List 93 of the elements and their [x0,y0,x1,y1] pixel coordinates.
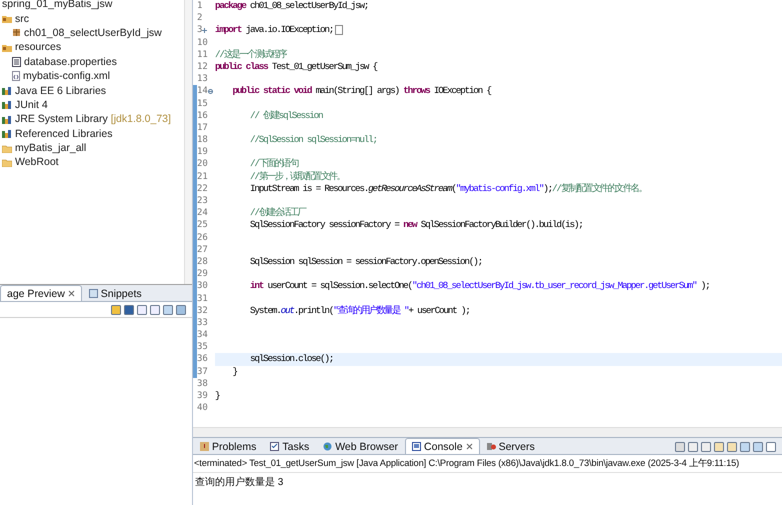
tree-item[interactable]: spring_01_myBatis_jsw [0,0,184,12]
tree-item[interactable]: src [0,11,184,26]
line-number: 34 [197,329,209,342]
close-icon[interactable] [68,290,75,297]
line-number: 17 [197,122,209,134]
line-number: 3 [197,24,215,37]
line-number: 40 [197,402,209,414]
tree-item[interactable]: ch01_08_selectUserById_jsw [0,26,184,40]
line-number: 10 [197,36,209,49]
code-line: package ch01_08_selectUserById_jsw; [215,0,368,12]
line-number: 26 [197,232,209,244]
tree-item[interactable]: Referenced Libraries [0,126,184,141]
code-line: public static void main(String[] args) throws IOException { [232,85,491,98]
tree-item[interactable]: database.properties [0,54,184,69]
code-line: sqlSession.close(); [249,353,334,366]
line-number: 39 [197,390,209,402]
code-line: //下面的语句 [249,158,298,171]
package-icon [12,28,21,38]
globe-icon [323,442,332,451]
line-number: 36 [197,353,209,366]
line-number: 11 [197,48,209,61]
view-tab[interactable]: Servers [480,438,542,454]
line-number: 2 [197,12,204,24]
line-number: 28 [197,256,209,268]
line-number: 20 [197,158,209,171]
line-number: 38 [197,378,209,390]
line-number: 29 [197,268,209,280]
servers-icon [486,442,496,451]
code-line: System.out.println("查询的用户数量是 "+ userCount ); [249,304,470,317]
line-number: 1 [197,0,204,12]
code-line: SqlSessionFactory sessionFactory = new SqlSessionFactoryBuilder().build(is); [249,219,583,232]
tree-item[interactable]: mybatis-config.xml [0,68,184,84]
library-icon [2,86,12,96]
tree-item[interactable]: JRE System Library [jdk1.8.0_73] [0,112,184,127]
code-line: //第一步，读取配置文件。 [249,170,344,183]
line-number: 35 [197,341,209,354]
code-line: } [232,366,237,378]
collapse-icon[interactable] [208,88,213,94]
line-number: 32 [197,304,209,317]
scrollbar[interactable] [184,0,192,284]
view-tab[interactable]: Snippets [82,285,149,301]
properties-file-icon [12,56,21,67]
code-line: //SqlSession sqlSession=null; [249,134,377,146]
line-number: 18 [197,134,209,146]
line-number: 31 [197,292,209,305]
tree-item[interactable]: Java EE 6 Libraries [0,83,184,98]
console-status: <terminated> Test_01_getUserSum_jsw [Java Application] C:\Program Files (x86)\Java\jdk1.8.0_73\bin\javaw.exe (2025-3-4 上午9:11:15) [193,455,782,473]
line-number: 27 [197,244,209,256]
view-tab[interactable]: Web Browser [316,438,406,454]
library-icon [2,114,12,124]
source-folder-icon [2,42,12,52]
console-icon [412,442,422,451]
view-tab[interactable]: Problems [193,438,264,454]
library-icon [2,100,12,110]
line-number: 19 [197,146,209,158]
tree-item[interactable]: JUnit 4 [0,98,184,112]
code-line: InputStream is = Resources.getResourceAsStream("mybatis-config.xml");//复制配置文件的文件名。 [249,182,646,196]
line-number: 33 [197,316,209,330]
close-icon[interactable] [466,443,473,450]
code-line: //创建会话工厂 [249,207,306,220]
line-number: 14 [197,85,215,98]
checklist-icon [270,442,280,451]
code-line: SqlSession sqlSession = sessionFactory.openSession(); [249,256,482,268]
expand-icon[interactable] [202,28,208,33]
tree-item[interactable]: myBatis_jar_all [0,140,184,156]
console-output: 查询的用户数量是 3 [194,476,284,490]
tree-item[interactable]: WebRoot [0,155,184,170]
code-line: int userCount = sqlSession.selectOne("ch01_08_selectUserById_jsw.tb_user_record_jsw_Mapper.getUserSum" ); [249,280,710,293]
line-number: 21 [197,170,209,183]
line-number: 15 [197,98,209,110]
view-tab[interactable]: Console [405,438,480,454]
warning-icon [200,442,209,451]
code-line: // 创建sqlSession [249,110,322,122]
code-line: } [215,390,220,402]
folded-code-icon[interactable] [335,25,344,36]
line-number: 23 [197,195,209,208]
code-line: public class Test_01_getUserSum_jsw { [215,60,377,74]
line-number: 24 [197,207,209,220]
line-number: 25 [197,219,209,232]
xml-file-icon [12,71,20,82]
source-folder-icon [2,14,12,24]
line-number: 22 [197,182,209,195]
library-icon [2,129,12,138]
code-line: import java.io.IOException; [215,24,334,37]
line-number: 13 [197,73,209,86]
line-number: 30 [197,280,209,292]
view-tab[interactable]: age Preview [0,285,82,301]
tree-item[interactable]: resources [0,40,184,55]
view-tab[interactable]: Tasks [263,438,316,454]
line-number: 12 [197,60,209,74]
code-line: //这是一个测试程序 [215,48,286,61]
line-number: 16 [197,110,209,122]
line-number: 37 [197,366,209,378]
